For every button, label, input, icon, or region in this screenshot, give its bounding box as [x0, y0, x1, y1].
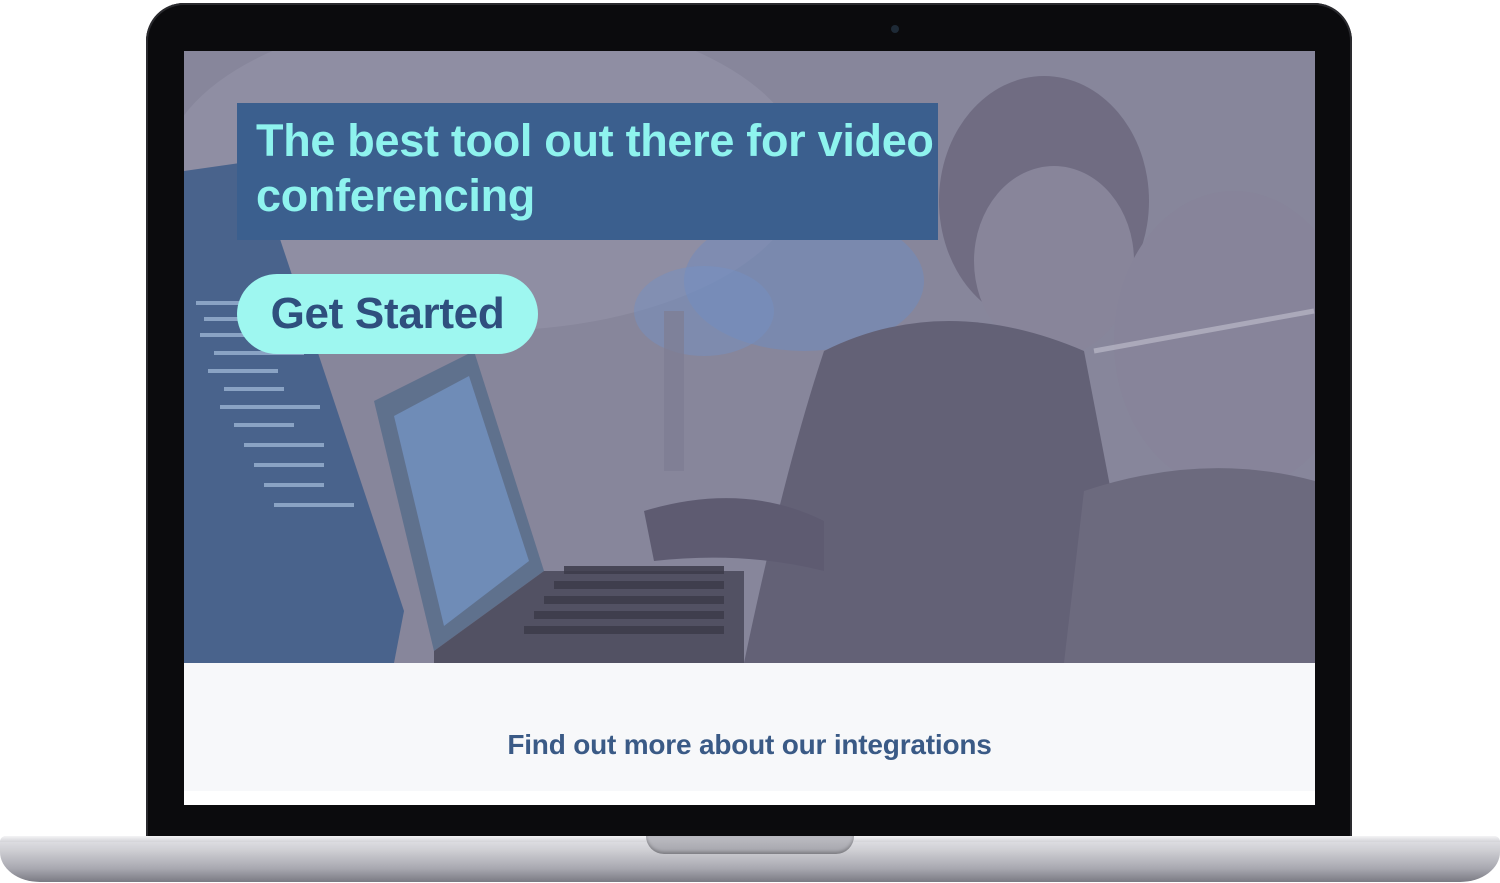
laptop-opening-notch [646, 836, 854, 854]
integrations-link[interactable]: Find out more about our integrations [184, 729, 1315, 761]
laptop-mockup: The best tool out there for video confer… [0, 0, 1500, 883]
screen-bottom-strip [184, 791, 1315, 805]
headline-banner: The best tool out there for video confer… [237, 103, 938, 240]
hero-section: The best tool out there for video confer… [184, 51, 1315, 663]
hero-headline: The best tool out there for video confer… [256, 115, 934, 221]
camera-icon [891, 25, 899, 33]
laptop-screen: The best tool out there for video confer… [184, 51, 1315, 805]
get-started-button[interactable]: Get Started [237, 274, 538, 354]
integrations-section: Find out more about our integrations [184, 663, 1315, 791]
